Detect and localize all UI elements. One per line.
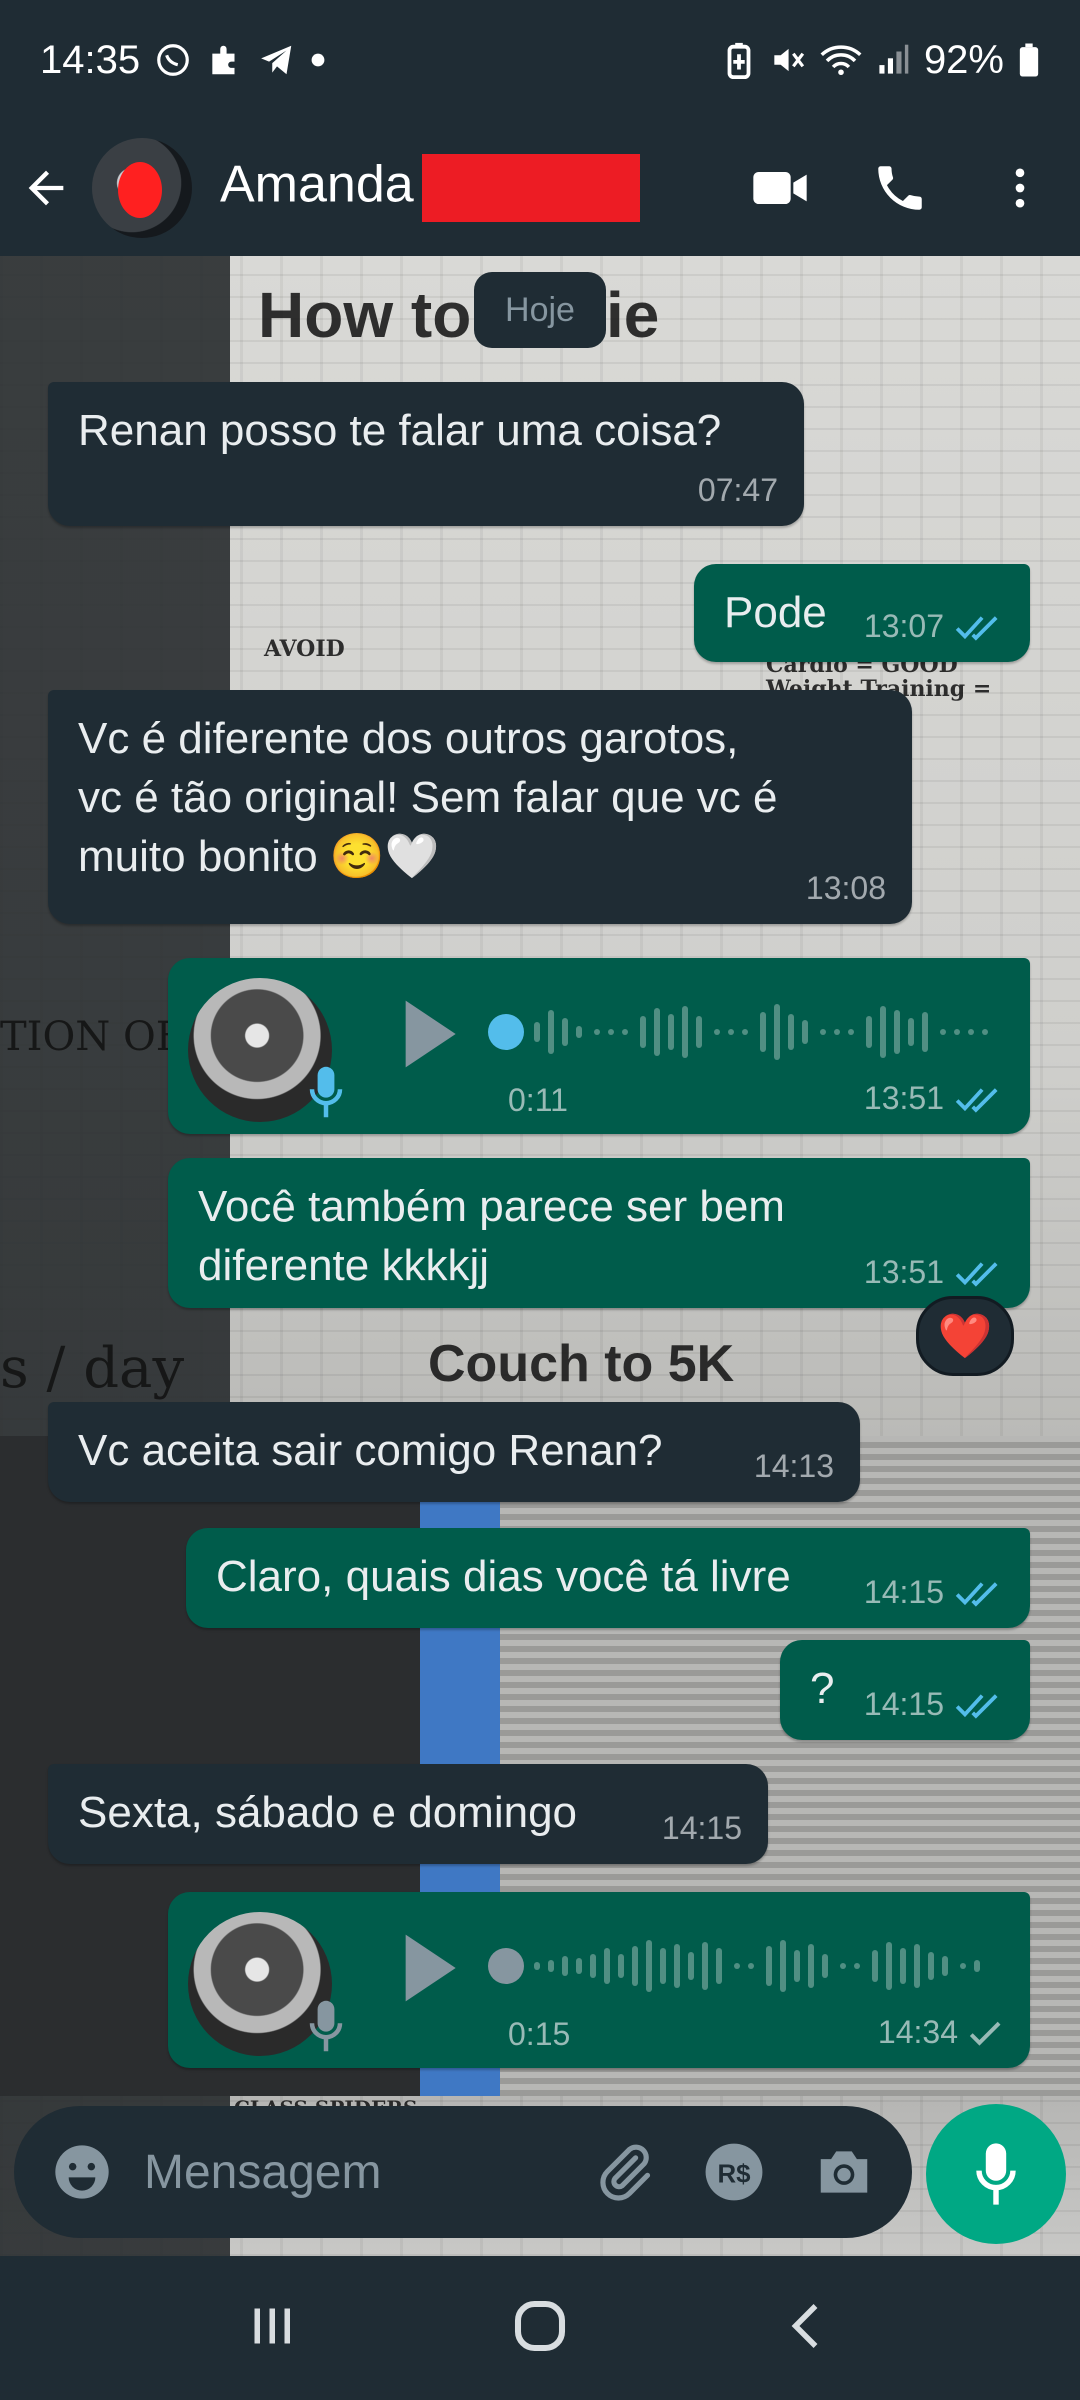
video-call-button[interactable] [720,120,840,256]
message-outgoing[interactable]: ? 14:15 [780,1640,1030,1740]
camera-button[interactable] [796,2124,892,2220]
wallpaper-headline-b: ie [606,279,660,351]
telegram-icon [258,41,296,79]
single-check-icon [969,2021,1001,2046]
payment-button[interactable]: R$ [686,2124,782,2220]
wallpaper-avoid: AVOID [264,636,345,662]
extension-icon [206,41,244,79]
status-bar: 14:35 92% [0,0,1080,120]
name-redaction [421,154,640,222]
message-text: Sexta, sábado e domingo [78,1788,578,1837]
battery-percent: 92% [923,37,1004,82]
double-check-icon [955,1261,998,1287]
heart-reaction: ❤️ [937,1312,993,1361]
message-time: 14:15 [863,1686,944,1723]
wallpaper-couch: Couch to 5K [428,1335,735,1393]
message-time: 14:15 [863,1574,944,1611]
message-time: 13:08 [805,870,886,907]
mic-icon [976,2143,1016,2205]
avatar-redaction [118,162,162,218]
system-nav-bar [0,2256,1080,2400]
message-text: Vc aceita sair comigo Renan? [78,1426,663,1475]
message-outgoing[interactable]: Você também parece ser bem diferente kkk… [168,1158,1030,1308]
home-button[interactable] [507,2293,573,2364]
message-input[interactable]: Mensagem [144,2145,576,2200]
double-check-icon [955,615,998,641]
contact-name: Amanda [220,155,414,214]
message-time: 14:13 [753,1448,834,1485]
message-time: 14:34 [877,2014,958,2051]
play-icon[interactable] [394,1928,464,2008]
recents-icon [254,2308,291,2343]
status-time: 14:35 [40,37,141,82]
whatsapp-icon [154,41,192,79]
wallpaper-headline: How to [258,279,472,351]
voice-duration: 0:11 [508,1082,568,1119]
message-incoming[interactable]: Vc é diferente dos outros garotos, vc é … [48,690,912,924]
message-time: 13:51 [863,1254,944,1291]
waveform[interactable] [484,1926,1080,2006]
message-outgoing[interactable]: Pode 13:07 [694,564,1030,662]
message-time: 14:15 [661,1810,742,1847]
message-time: 13:07 [863,608,944,645]
wifi-icon [820,42,862,78]
waveform[interactable] [484,992,1080,1072]
camera-icon [820,2151,868,2193]
chevron-left-icon [791,2303,818,2348]
attach-button[interactable] [576,2124,672,2220]
message-text: Vc é diferente dos outros garotos, vc é … [78,714,778,881]
message-incoming[interactable]: Vc aceita sair comigo Renan? 14:13 [48,1402,860,1502]
recents-button[interactable] [242,2296,302,2361]
svg-text:R$: R$ [717,2160,750,2188]
voice-message[interactable]: 0:11 13:51 [168,958,1030,1134]
chat-header: Amanda [0,120,1080,256]
more-options-button[interactable] [960,120,1080,256]
record-voice-button[interactable] [926,2104,1066,2244]
battery-saver-icon [724,41,754,79]
double-check-icon [955,1693,998,1719]
play-icon[interactable] [394,994,464,1074]
back-nav-button[interactable] [778,2296,838,2361]
video-call-icon [753,172,807,204]
attach-icon [600,2144,651,2201]
battery-icon [1018,41,1040,79]
double-check-icon [955,1087,998,1113]
contact-avatar[interactable] [92,138,192,238]
mute-icon [768,41,806,79]
chat-background: How to ie AVOID Cardio = GOOD Weight Tra… [0,256,1080,2256]
voice-message[interactable]: 0:15 14:34 [168,1892,1030,2068]
date-chip: Hoje [474,272,606,348]
phone-icon [878,166,922,210]
arrow-left-icon [28,170,64,206]
double-check-icon [955,1581,998,1607]
back-button[interactable] [0,120,92,256]
mic-icon [309,2000,343,2052]
reaction-badge[interactable]: ❤️ [916,1296,1014,1376]
signal-icon [876,43,910,77]
more-icon [1015,168,1025,208]
home-icon [514,2300,566,2351]
message-incoming[interactable]: Renan posso te falar uma coisa? 07:47 [48,382,804,526]
message-time: 13:51 [863,1080,944,1117]
voice-duration: 0:15 [508,2016,571,2053]
message-text: Renan posso te falar uma coisa? [78,406,722,455]
emoji-button[interactable] [34,2124,130,2220]
payment-icon: R$ [705,2143,763,2201]
dot-icon [310,52,326,68]
contact-name-area[interactable]: Amanda [220,154,640,222]
message-composer[interactable]: Mensagem R$ [14,2106,912,2238]
emoji-icon [55,2145,109,2199]
message-incoming[interactable]: Sexta, sábado e domingo 14:15 [48,1764,768,1864]
voice-call-button[interactable] [840,120,960,256]
message-outgoing[interactable]: Claro, quais dias você tá livre 14:15 [186,1528,1030,1628]
message-time: 07:47 [697,472,778,509]
wallpaper-day: s / day [0,1336,185,1401]
mic-icon [309,1066,343,1118]
